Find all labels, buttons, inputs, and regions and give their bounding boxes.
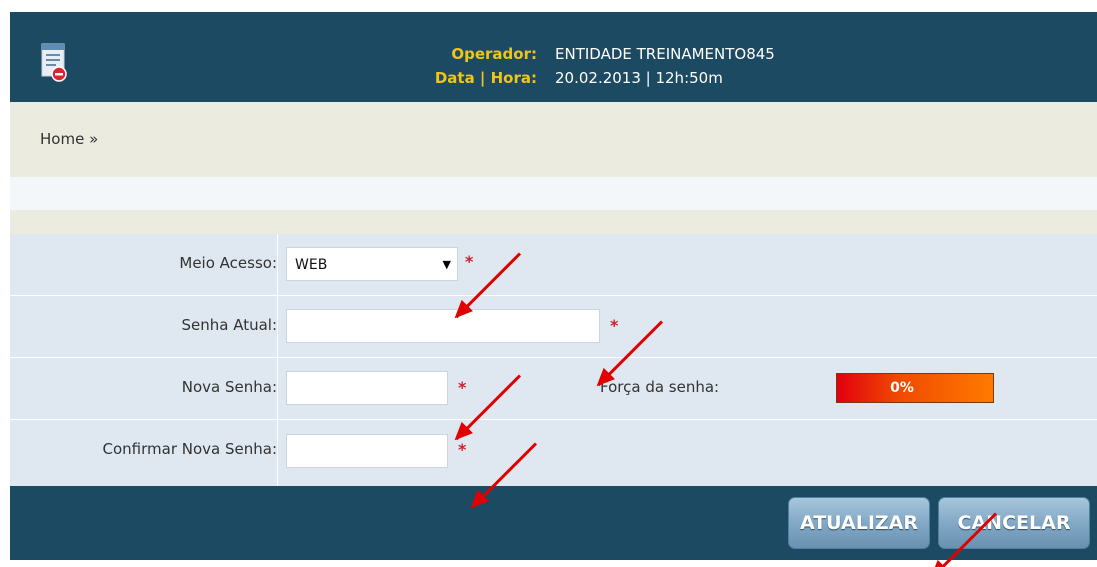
password-strength-meter: 0% — [836, 373, 994, 403]
row-current-password: Senha Atual: * — [10, 296, 1097, 358]
dropdown-arrow-icon[interactable]: ▼ — [443, 258, 451, 271]
confirm-password-input[interactable] — [286, 434, 448, 468]
document-icon — [41, 43, 67, 82]
spacer-band — [10, 177, 1097, 210]
datetime-label: Data | Hora: — [434, 69, 537, 87]
operator-label: Operador: — [451, 45, 537, 63]
access-channel-select[interactable]: WEB ▼ — [286, 247, 458, 281]
top-strip — [0, 0, 1097, 12]
required-mark: * — [610, 316, 619, 335]
new-password-label: Nova Senha: — [181, 378, 277, 396]
app-header: Operador: ENTIDADE TREINAMENTO845 Data |… — [10, 12, 1097, 102]
password-strength-label: Força da senha: — [600, 378, 720, 396]
update-button[interactable]: ATUALIZAR — [788, 497, 930, 549]
required-mark: * — [465, 252, 474, 271]
password-strength-value: 0% — [890, 380, 914, 396]
confirm-password-label: Confirmar Nova Senha: — [102, 440, 278, 458]
breadcrumb-bar: Home » — [10, 102, 1097, 177]
access-channel-label: Meio Acesso: — [179, 254, 277, 272]
new-password-input[interactable] — [286, 371, 448, 405]
breadcrumb-home[interactable]: Home » — [40, 130, 98, 148]
row-confirm-password: Confirmar Nova Senha: * — [10, 420, 1097, 486]
required-mark: * — [458, 378, 467, 397]
operator-value: ENTIDADE TREINAMENTO845 — [555, 45, 775, 63]
form-footer: ATUALIZAR CANCELAR — [10, 486, 1097, 560]
spacer-band-cream — [10, 210, 1097, 234]
current-password-label: Senha Atual: — [181, 316, 277, 334]
cancel-button[interactable]: CANCELAR — [938, 497, 1090, 549]
row-access-channel: Meio Acesso: WEB ▼ * — [10, 234, 1097, 296]
current-password-input[interactable] — [286, 309, 600, 343]
datetime-value: 20.02.2013 | 12h:50m — [555, 69, 723, 87]
access-channel-value: WEB — [295, 257, 328, 273]
row-new-password: Nova Senha: * Força da senha: 0% — [10, 358, 1097, 420]
password-change-form: Meio Acesso: WEB ▼ * Senha Atual: * Nova… — [10, 234, 1097, 486]
